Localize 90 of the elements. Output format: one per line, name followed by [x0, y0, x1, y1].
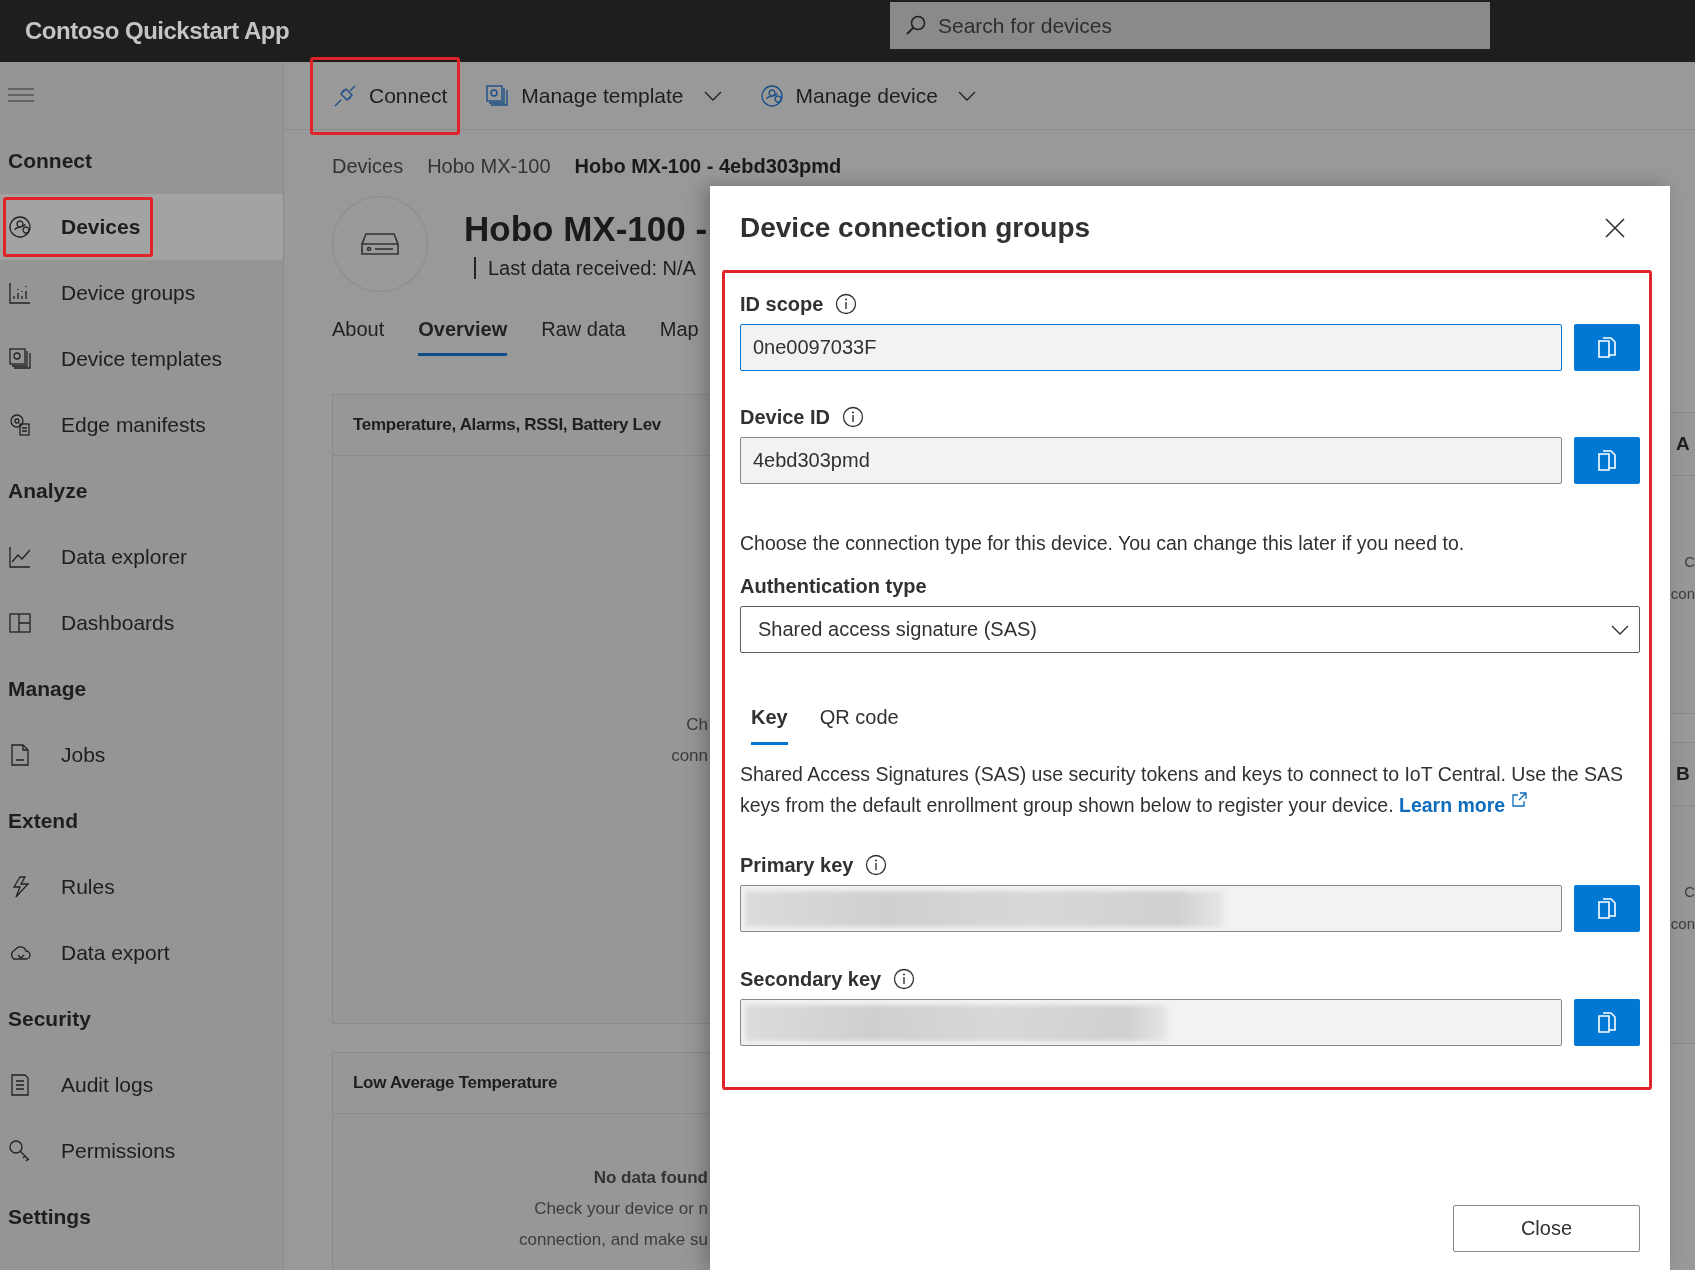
card-title: A: [1676, 433, 1690, 455]
copy-icon: [1597, 1011, 1617, 1034]
sidebar-item[interactable]: Permissions: [0, 1118, 283, 1184]
swirl-circle-icon: [759, 83, 784, 108]
sidebar-item[interactable]: Devices: [0, 194, 283, 260]
toolbar-button[interactable]: Manage device: [736, 56, 989, 135]
document-icon: [8, 743, 32, 767]
sidebar-item[interactable]: Data explorer: [0, 524, 283, 590]
description-text: Shared Access Signatures (SAS) use security tokens and keys to connect to IoT Central. Use the SAS keys from the default enrollment group shown below to register your device. Learn more: [740, 762, 1624, 818]
field-label: ID scope: [740, 292, 824, 316]
input-field[interactable]: [740, 885, 1562, 932]
sidebar-item[interactable]: Device templates: [0, 326, 283, 392]
copy-button[interactable]: [1574, 437, 1640, 484]
field-label: Device ID: [740, 405, 831, 429]
pages-icon: [8, 347, 32, 371]
section-heading: Analyze: [7, 478, 89, 504]
dialog-title: Device connection groups: [740, 212, 1091, 244]
tab[interactable]: Overview: [418, 318, 508, 356]
hint-text: C: [1684, 882, 1695, 902]
learn-more-link[interactable]: Learn more: [1399, 794, 1528, 816]
pages-icon: [485, 83, 510, 108]
empty-message: No data found: [593, 1167, 708, 1189]
sidebar-item[interactable]: Audit logs: [0, 1052, 283, 1118]
sidebar-item[interactable]: Jobs: [0, 722, 283, 788]
key-icon: [8, 1139, 32, 1163]
gear-document-icon: [8, 413, 32, 437]
card-title: Low Average Temperature: [353, 1073, 558, 1093]
app-title: Contoso Quickstart App: [25, 17, 290, 45]
toolbar-button[interactable]: Manage template: [462, 56, 735, 135]
info-icon[interactable]: [842, 406, 865, 428]
info-icon[interactable]: [835, 293, 858, 315]
close-icon[interactable]: [1605, 218, 1625, 238]
info-icon[interactable]: [893, 968, 916, 990]
sidebar-item[interactable]: Rules: [0, 854, 283, 920]
bar-grid-icon: [8, 281, 32, 305]
line-chart-icon: [8, 545, 32, 569]
copy-icon: [1597, 336, 1617, 359]
field-label: Primary key: [740, 853, 854, 877]
search-icon: [904, 13, 928, 37]
close-button[interactable]: Close: [1453, 1205, 1640, 1252]
copy-button[interactable]: [1574, 885, 1640, 932]
hint-text: Check your device or n: [534, 1198, 708, 1220]
toolbar-button[interactable]: Connect: [310, 56, 461, 135]
section-heading: Settings: [7, 1204, 92, 1230]
tab[interactable]: Raw data: [541, 318, 626, 356]
tab[interactable]: Key: [751, 697, 788, 745]
card-title: B: [1676, 763, 1690, 785]
search-field[interactable]: Search for devices: [890, 2, 1490, 49]
external-link-icon: [1511, 792, 1528, 808]
swirl-circle-icon: [8, 215, 32, 239]
copy-icon: [1597, 897, 1617, 920]
breadcrumb-link[interactable]: Hobo MX-100: [427, 154, 551, 178]
copy-button[interactable]: [1574, 999, 1640, 1046]
input-field[interactable]: 4ebd303pmd: [740, 437, 1562, 484]
menu-icon[interactable]: [8, 88, 34, 102]
sidebar-item[interactable]: Dashboards: [0, 590, 283, 656]
field-label: Secondary key: [740, 967, 882, 991]
hint-text: C: [1684, 552, 1695, 572]
plug-icon: [333, 83, 357, 108]
sidebar-item[interactable]: Data export: [0, 920, 283, 986]
section-heading: Extend: [7, 808, 79, 834]
field-label: Authentication type: [740, 574, 928, 599]
hint-text: Ch: [686, 713, 708, 736]
breadcrumb-link[interactable]: Devices: [332, 154, 404, 178]
hint-text: conn: [671, 744, 708, 767]
tab[interactable]: QR code: [819, 697, 899, 745]
info-icon[interactable]: [865, 854, 888, 876]
copy-icon: [1597, 449, 1617, 472]
dropdown[interactable]: Shared access signature (SAS): [740, 606, 1640, 653]
copy-button[interactable]: [1574, 324, 1640, 371]
section-heading: Manage: [7, 676, 88, 702]
tab[interactable]: About: [332, 318, 385, 356]
section-heading: Connect: [7, 148, 93, 174]
input-field[interactable]: [740, 999, 1562, 1046]
hint-text: con: [1670, 914, 1695, 934]
card-title: Temperature, Alarms, RSSI, Battery Lev: [353, 415, 661, 435]
section-heading: Security: [7, 1006, 92, 1032]
input-field[interactable]: 0ne0097033F: [740, 324, 1562, 371]
tab[interactable]: Map: [659, 318, 699, 356]
list-document-icon: [8, 1073, 32, 1097]
chevron-down-icon: [1611, 624, 1629, 635]
sidebar-item[interactable]: Device groups: [0, 260, 283, 326]
grid-icon: [8, 611, 32, 635]
hint-text: con: [1670, 584, 1695, 604]
device-title: Hobo MX-100 -: [464, 208, 708, 249]
hint-text: connection, and make su: [519, 1229, 708, 1251]
sidebar-item[interactable]: Edge manifests: [0, 392, 283, 458]
drive-icon: [360, 232, 400, 256]
status-text: Last data received: N/A: [488, 256, 696, 280]
instruction-text: Choose the connection type for this device. You can change this later if you need to.: [740, 531, 1466, 556]
